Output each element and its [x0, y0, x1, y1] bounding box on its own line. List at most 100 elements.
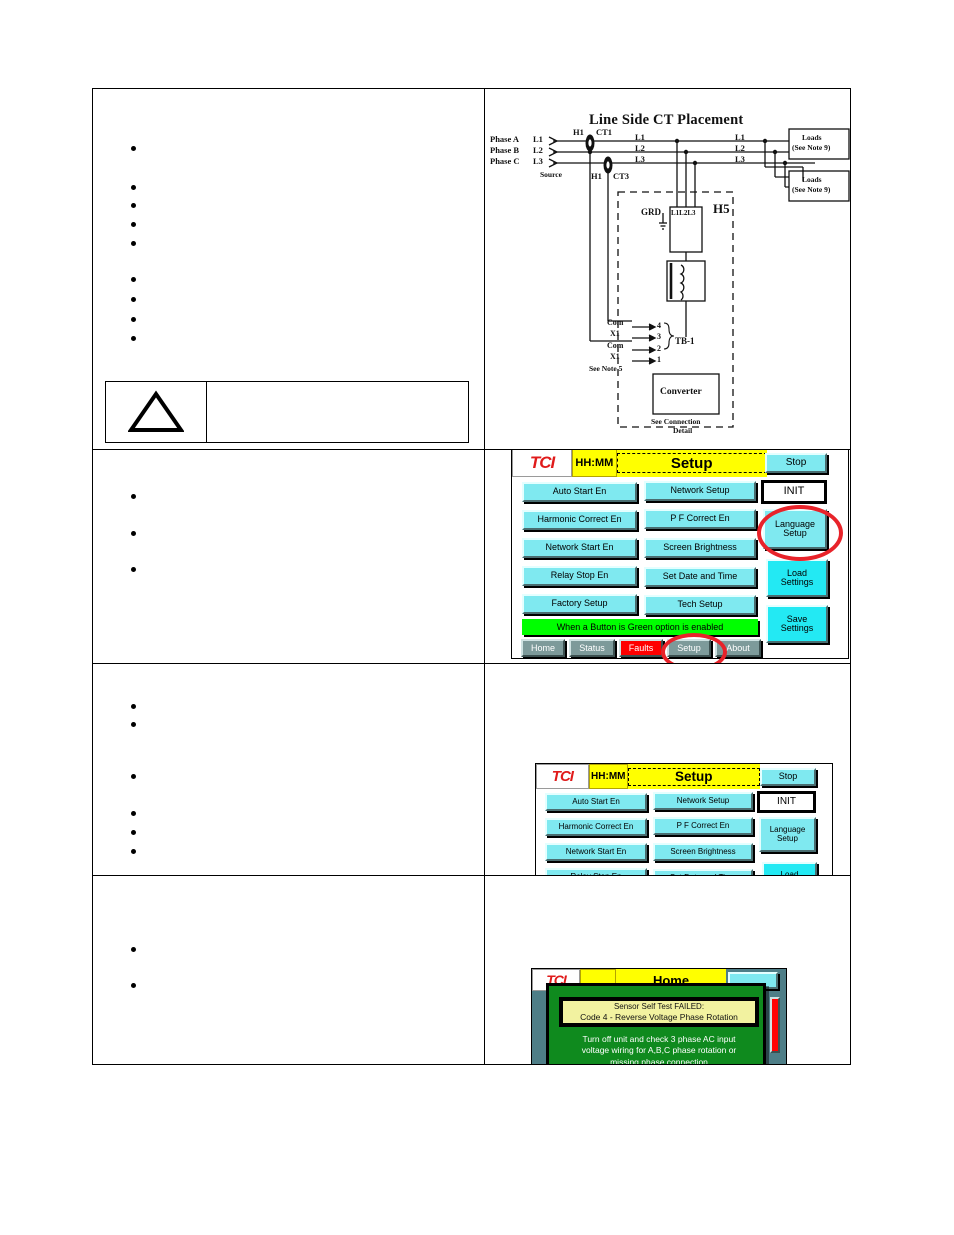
- fault-dialog-header-line1: Sensor Self Test FAILED:: [613, 1001, 705, 1011]
- table-cell-figure: TCI HH:MM Setup Auto Start En Harmonic C…: [485, 450, 850, 663]
- table-cell-text: [93, 89, 485, 449]
- highlight-circle-language-setup: [757, 505, 843, 561]
- button-factory-setup[interactable]: Factory Setup: [522, 594, 637, 614]
- fault-dialog-header: Sensor Self Test FAILED: Code 4 - Revers…: [559, 997, 759, 1027]
- nav-status[interactable]: Status: [569, 639, 615, 657]
- diagram-label-com-2: Com: [607, 341, 624, 350]
- diagram-label-see-note-5: See Note 5: [589, 364, 623, 373]
- hmi-screen-fault-dialog[interactable]: TCI Home Sensor Self Test FAILED: Code 4…: [531, 968, 787, 1064]
- table-cell-text: [93, 450, 485, 663]
- diagram-label-h1-ct3: H1: [591, 171, 602, 181]
- table-cell-figure: TCI HH:MM Setup Auto Start En Harmonic C…: [485, 664, 850, 875]
- diagram-label-ct1: CT1: [596, 127, 613, 137]
- fault-dialog-header-line2: Code 4 - Reverse Voltage Phase Rotation: [580, 1011, 738, 1022]
- button-load-settings[interactable]: Load Settings: [766, 559, 828, 597]
- tci-logo-text: TCI: [529, 453, 555, 472]
- button-relay-stop-en[interactable]: Relay Stop En: [545, 868, 647, 875]
- button-stop[interactable]: Stop: [765, 453, 827, 473]
- button-harmonic-correct-en[interactable]: Harmonic Correct En: [522, 510, 637, 530]
- list-item: [131, 830, 136, 835]
- diagram-label-l1l2l3: L1L2L3: [671, 209, 696, 217]
- warning-triangle-icon: [128, 390, 184, 432]
- diagram-label-source: Source: [540, 170, 562, 179]
- diagram-label-l3-left: L3: [533, 156, 543, 166]
- button-harmonic-correct-en[interactable]: Harmonic Correct En: [545, 818, 647, 836]
- diagram-label-phase-c: Phase C: [490, 156, 520, 166]
- diagram-label-loads-2-line2: (See Note 9): [792, 185, 831, 194]
- warning-text-cell: [207, 382, 468, 442]
- list-item: [131, 317, 136, 322]
- diagram-label-x1-2: X1: [610, 352, 620, 361]
- list-item: [131, 704, 136, 709]
- hmi-screen-body: TCI Home Sensor Self Test FAILED: Code 4…: [532, 969, 786, 1064]
- diagram-label-phase-a: Phase A: [490, 134, 520, 144]
- diagram-label-l2-right: L2: [735, 143, 745, 153]
- table-row: Line Side CT Placement Phase A Phase B P…: [93, 89, 850, 450]
- button-network-setup[interactable]: Network Setup: [644, 481, 756, 501]
- diagram-label-loads-2-line1: Loads: [802, 175, 822, 184]
- button-stop[interactable]: Stop: [760, 768, 816, 786]
- background-fault-strip: [770, 997, 780, 1053]
- wiring-diagram: Line Side CT Placement Phase A Phase B P…: [485, 89, 850, 449]
- diagram-label-l3-right: L3: [735, 154, 745, 164]
- diagram-label-grd: GRD: [641, 207, 661, 217]
- content-table: Line Side CT Placement Phase A Phase B P…: [92, 88, 851, 1065]
- warning-callout-box: [105, 381, 469, 443]
- diagram-label-com-1: Com: [607, 318, 624, 327]
- hmi-screen-body: TCI HH:MM Setup Auto Start En Harmonic C…: [536, 764, 832, 875]
- diagram-label-l1-right: L1: [735, 132, 745, 142]
- list-item: [131, 336, 136, 341]
- button-load-settings[interactable]: Load Settings: [762, 862, 817, 875]
- clock-display: HH:MM: [588, 764, 628, 789]
- fault-dialog-message-line3: missing phase connection: [610, 1056, 708, 1064]
- fault-dialog: Sensor Self Test FAILED: Code 4 - Revers…: [546, 983, 766, 1064]
- button-set-date-and-time[interactable]: Set Date and Time: [653, 869, 753, 875]
- list-item: [131, 241, 136, 246]
- button-save-settings[interactable]: Save Settings: [766, 605, 828, 643]
- highlight-circle-setup-nav: [661, 633, 727, 663]
- button-auto-start-en[interactable]: Auto Start En: [545, 793, 647, 811]
- button-network-start-en[interactable]: Network Start En: [545, 843, 647, 861]
- list-item: [131, 947, 136, 952]
- warning-icon-cell: [106, 382, 207, 442]
- table-cell-text: [93, 876, 485, 1064]
- button-init[interactable]: INIT: [761, 480, 827, 504]
- button-screen-brightness[interactable]: Screen Brightness: [653, 843, 753, 861]
- list-item: [131, 567, 136, 572]
- nav-home[interactable]: Home: [521, 639, 565, 657]
- diagram-label-l1-left: L1: [533, 134, 543, 144]
- diagram-label-h5: H5: [713, 201, 730, 216]
- hmi-screen-setup[interactable]: TCI HH:MM Setup Auto Start En Harmonic C…: [535, 763, 833, 875]
- list-item: [131, 983, 136, 988]
- table-row: TCI Home Sensor Self Test FAILED: Code 4…: [93, 876, 850, 1064]
- diagram-label-loads-1-line2: (See Note 9): [792, 143, 831, 152]
- button-set-date-and-time[interactable]: Set Date and Time: [644, 567, 756, 587]
- button-relay-stop-en[interactable]: Relay Stop En: [522, 566, 637, 586]
- button-pf-correct-en[interactable]: P F Correct En: [644, 509, 756, 529]
- button-language-setup[interactable]: Language Setup: [759, 817, 816, 852]
- list-item: [131, 849, 136, 854]
- status-bar: When a Button is Green option is enabled: [522, 619, 758, 635]
- button-network-start-en[interactable]: Network Start En: [522, 538, 637, 558]
- diagram-label-l2-mid: L2: [635, 143, 645, 153]
- button-screen-brightness[interactable]: Screen Brightness: [644, 538, 756, 558]
- hmi-screen-setup-highlighted[interactable]: TCI HH:MM Setup Auto Start En Harmonic C…: [511, 450, 849, 663]
- fault-dialog-message-line2: voltage wiring for A,B,C phase rotation …: [581, 1045, 737, 1056]
- diagram-label-l3-mid: L3: [635, 154, 645, 164]
- list-item: [131, 722, 136, 727]
- table-cell-figure: TCI Home Sensor Self Test FAILED: Code 4…: [485, 876, 850, 1064]
- button-network-setup[interactable]: Network Setup: [653, 792, 753, 810]
- diagram-label-term-2: 2: [657, 344, 661, 353]
- button-pf-correct-en[interactable]: P F Correct En: [653, 817, 753, 835]
- button-auto-start-en[interactable]: Auto Start En: [522, 482, 637, 502]
- nav-faults[interactable]: Faults: [619, 639, 663, 657]
- button-tech-setup[interactable]: Tech Setup: [644, 595, 756, 615]
- clock-display: HH:MM: [572, 450, 617, 477]
- diagram-label-l1-mid: L1: [635, 132, 645, 142]
- button-save-settings-line2: Settings: [780, 623, 814, 633]
- table-cell-text: [93, 664, 485, 875]
- button-init[interactable]: INIT: [757, 791, 816, 813]
- list-item: [131, 277, 136, 282]
- hmi-title-bar: Setup: [616, 450, 767, 477]
- table-row: TCI HH:MM Setup Auto Start En Harmonic C…: [93, 664, 850, 876]
